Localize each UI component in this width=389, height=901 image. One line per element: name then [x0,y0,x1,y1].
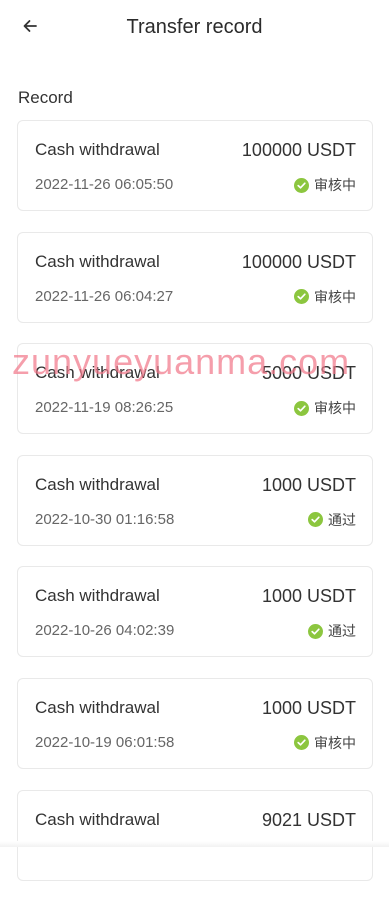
back-button[interactable] [18,14,42,38]
record-status-text: 审核中 [314,287,356,307]
record-status: 通过 [308,621,356,641]
record-type: Cash withdrawal [35,585,160,607]
record-date: 2022-11-26 06:05:50 [35,175,173,195]
record-type: Cash withdrawal [35,362,160,384]
record-status: 通过 [308,510,356,530]
record-status-text: 审核中 [314,398,356,418]
record-amount: 5000 USDT [262,362,356,384]
check-circle-icon [294,178,309,193]
record-amount: 9021 USDT [262,809,356,831]
section-label: Record [18,87,73,109]
record-status-text: 审核中 [314,175,356,195]
record-type: Cash withdrawal [35,809,160,831]
record-card[interactable]: Cash withdrawal 9021 USDT [17,790,373,881]
record-status-text: 审核中 [314,733,356,753]
record-date: 2022-10-19 06:01:58 [35,733,174,753]
record-amount: 1000 USDT [262,697,356,719]
record-card[interactable]: Cash withdrawal 5000 USDT 2022-11-19 08:… [17,343,373,434]
record-date: 2022-10-30 01:16:58 [35,510,174,530]
record-card[interactable]: Cash withdrawal 100000 USDT 2022-11-26 0… [17,120,373,211]
arrow-left-icon [22,18,38,34]
record-status: 审核中 [294,287,356,307]
check-circle-icon [308,624,323,639]
record-status: 审核中 [294,175,356,195]
record-card[interactable]: Cash withdrawal 1000 USDT 2022-10-26 04:… [17,566,373,657]
record-status-text: 通过 [328,621,356,641]
record-status: 审核中 [294,733,356,753]
record-date: 2022-10-26 04:02:39 [35,621,174,641]
record-amount: 100000 USDT [242,251,356,273]
record-type: Cash withdrawal [35,251,160,273]
record-status: 审核中 [294,398,356,418]
bottom-edge [0,841,389,847]
check-circle-icon [294,401,309,416]
record-card[interactable]: Cash withdrawal 1000 USDT 2022-10-30 01:… [17,455,373,546]
record-card[interactable]: Cash withdrawal 100000 USDT 2022-11-26 0… [17,232,373,323]
check-circle-icon [308,512,323,527]
header: Transfer record [0,0,389,54]
record-amount: 1000 USDT [262,585,356,607]
record-list: Cash withdrawal 100000 USDT 2022-11-26 0… [17,120,373,901]
record-date: 2022-11-26 06:04:27 [35,287,173,307]
page-title: Transfer record [0,14,389,40]
record-card[interactable]: Cash withdrawal 1000 USDT 2022-10-19 06:… [17,678,373,769]
record-type: Cash withdrawal [35,697,160,719]
record-type: Cash withdrawal [35,474,160,496]
check-circle-icon [294,735,309,750]
record-date: 2022-11-19 08:26:25 [35,398,173,418]
record-type: Cash withdrawal [35,139,160,161]
check-circle-icon [294,289,309,304]
record-status-text: 通过 [328,510,356,530]
record-amount: 100000 USDT [242,139,356,161]
record-amount: 1000 USDT [262,474,356,496]
